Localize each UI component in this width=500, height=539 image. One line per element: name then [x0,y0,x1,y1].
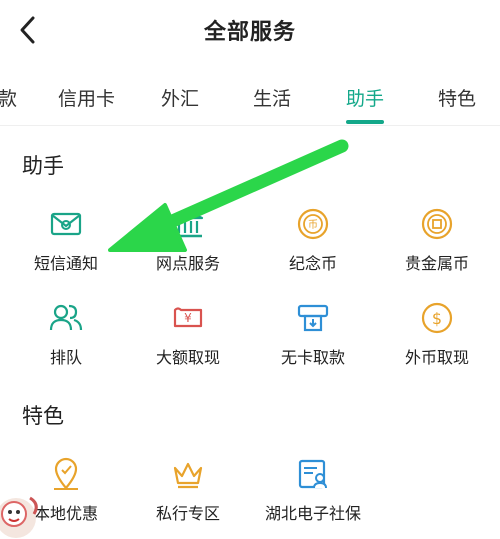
service-private-banking[interactable]: 私行专区 [128,456,248,532]
section-title-featured: 特色 [22,404,64,428]
service-label: 湖北电子社保 [264,504,361,523]
tab-forex[interactable]: 外汇 [161,84,199,111]
section-title-assistant: 助手 [22,154,64,178]
service-label: 网点服务 [155,254,220,273]
service-hubei-social-security[interactable]: 湖北电子社保 [253,456,373,532]
precious-metal-coin-icon [421,208,453,240]
header-bar: 全部服务 [0,0,500,60]
tab-assistant[interactable]: 助手 [346,84,384,111]
service-label: 排队 [49,348,82,367]
crown-icon [173,462,203,489]
service-label: 纪念币 [288,254,337,273]
service-label: 大额取现 [155,348,220,367]
bank-building-icon [172,209,204,238]
active-tab-indicator [346,120,384,124]
sms-envelope-icon [50,212,82,236]
svg-text:¥: ¥ [184,311,192,325]
tab-loans[interactable]: 款 [0,84,17,111]
tab-credit-card[interactable]: 信用卡 [58,84,115,111]
service-label: 私行专区 [155,504,220,523]
tab-life[interactable]: 生活 [253,84,291,111]
service-branch[interactable]: 网点服务 [128,206,248,282]
service-label: 贵金属币 [404,254,469,273]
social-security-card-icon [298,459,327,489]
service-commemorative-coin[interactable]: 币 纪念币 [253,206,373,282]
svg-text:币: 币 [308,219,318,231]
mascot-sticker-icon [0,496,38,538]
service-queue[interactable]: 排队 [6,300,126,376]
service-label: 无卡取款 [280,348,345,367]
service-precious-metal-coin[interactable]: 贵金属币 [377,206,497,282]
svg-text:$: $ [432,309,442,328]
category-tabs: 款 信用卡 外汇 生活 助手 特色 [0,60,500,126]
dollar-coin-icon: $ [421,302,453,334]
location-discount-icon [54,457,78,490]
commemorative-coin-icon: 币 [297,208,329,240]
service-cardless-withdrawal[interactable]: 无卡取款 [253,300,373,376]
tab-featured[interactable]: 特色 [438,84,476,111]
page-title: 全部服务 [203,20,296,45]
service-label: 外币取现 [404,348,469,367]
queue-people-icon [49,304,83,331]
service-sms-notification[interactable]: 短信通知 [6,206,126,282]
service-foreign-currency-withdrawal[interactable]: $ 外币取现 [377,300,497,376]
service-label: 短信通知 [33,254,98,273]
atm-withdraw-icon [297,304,329,332]
service-large-withdrawal[interactable]: ¥ 大额取现 [128,300,248,376]
yuan-banknote-icon: ¥ [173,307,203,328]
